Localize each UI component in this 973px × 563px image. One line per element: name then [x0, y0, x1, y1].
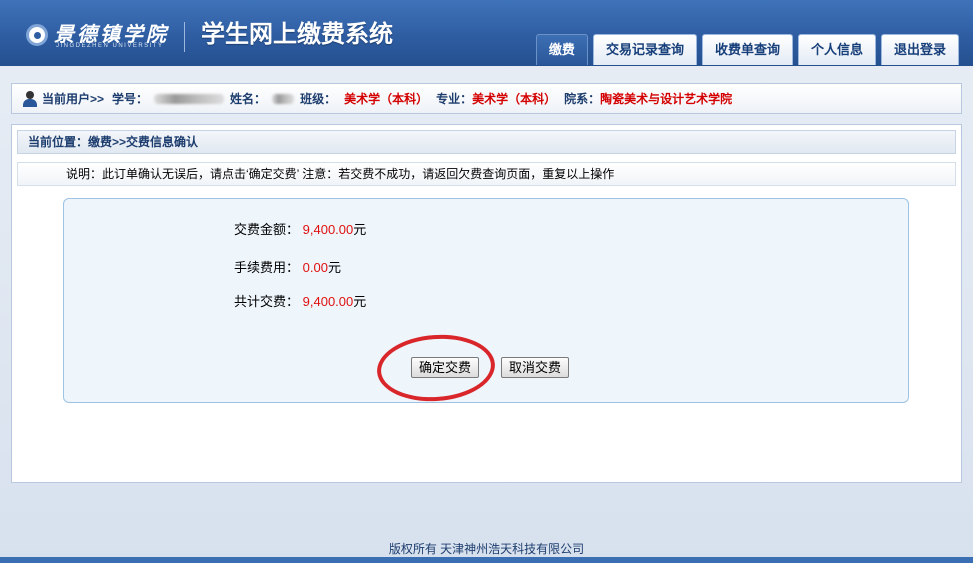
user-info-bar: 当前用户>> 学号： 姓名： 班级： 美术学（本科） 专业： 美术学（本科） 院…	[11, 83, 962, 114]
confirm-payment-button[interactable]: 确定交费	[411, 357, 480, 378]
total-label: 共计交费：	[234, 294, 300, 309]
amount-row: 交费金额： 9,400.00元	[234, 219, 366, 238]
name-label: 姓名：	[230, 92, 267, 106]
student-id-label: 学号：	[112, 92, 149, 106]
dept-label: 院系：	[564, 92, 601, 106]
name-redacted	[272, 93, 295, 104]
cancel-payment-button[interactable]: 取消交费	[501, 357, 570, 378]
student-id-redacted	[154, 93, 225, 104]
tab-pay[interactable]: 缴费	[535, 34, 588, 65]
tab-logout[interactable]: 退出登录	[880, 34, 959, 65]
university-logo-icon	[26, 24, 48, 46]
fee-row: 手续费用： 0.00元	[234, 257, 341, 276]
breadcrumb: 当前位置：缴费>>交费信息确认	[17, 130, 956, 154]
dept-value: 陶瓷美术与设计艺术学院	[600, 92, 733, 106]
instruction-note: 说明：此订单确认无误后，请点击‘确定交费’ 注意：若交费不成功，请返回欠费查询页…	[17, 162, 956, 186]
total-unit: 元	[353, 294, 367, 309]
tab-personal-info[interactable]: 个人信息	[797, 34, 876, 65]
system-title: 学生网上缴费系统	[201, 21, 393, 48]
major-label: 专业：	[436, 92, 473, 106]
payment-confirm-box: 交费金额： 9,400.00元 手续费用： 0.00元 共计交费： 9,400.…	[63, 198, 909, 406]
logo-divider	[184, 22, 185, 52]
class-value: 美术学（本科）	[344, 92, 429, 106]
logo-english-name: JINGDEZHEN UNIVERSITY	[56, 43, 164, 49]
amount-label: 交费金额：	[234, 222, 300, 237]
user-icon	[22, 90, 38, 107]
footer-copyright: 版权所有 天津神州浩天科技有限公司	[388, 542, 585, 556]
tab-receipt-query[interactable]: 收费单查询	[701, 34, 793, 65]
tab-transaction-records[interactable]: 交易记录查询	[592, 34, 697, 65]
main-panel: 当前位置：缴费>>交费信息确认 说明：此订单确认无误后，请点击‘确定交费’ 注意…	[11, 124, 962, 483]
current-user-label: 当前用户>>	[42, 92, 105, 106]
fee-label: 手续费用：	[234, 260, 300, 275]
fee-value: 0.00	[302, 260, 328, 275]
amount-value: 9,400.00	[302, 222, 354, 237]
total-row: 共计交费： 9,400.00元	[234, 291, 366, 310]
fee-unit: 元	[327, 260, 341, 275]
main-nav: 缴费 交易记录查询 收费单查询 个人信息 退出登录	[535, 34, 959, 65]
major-value: 美术学（本科）	[472, 92, 557, 106]
class-label: 班级：	[300, 92, 337, 106]
header: 景德镇学院 JINGDEZHEN UNIVERSITY 学生网上缴费系统 缴费 …	[0, 0, 973, 66]
footer-bar	[0, 557, 973, 563]
amount-unit: 元	[353, 222, 367, 237]
total-value: 9,400.00	[302, 294, 354, 309]
